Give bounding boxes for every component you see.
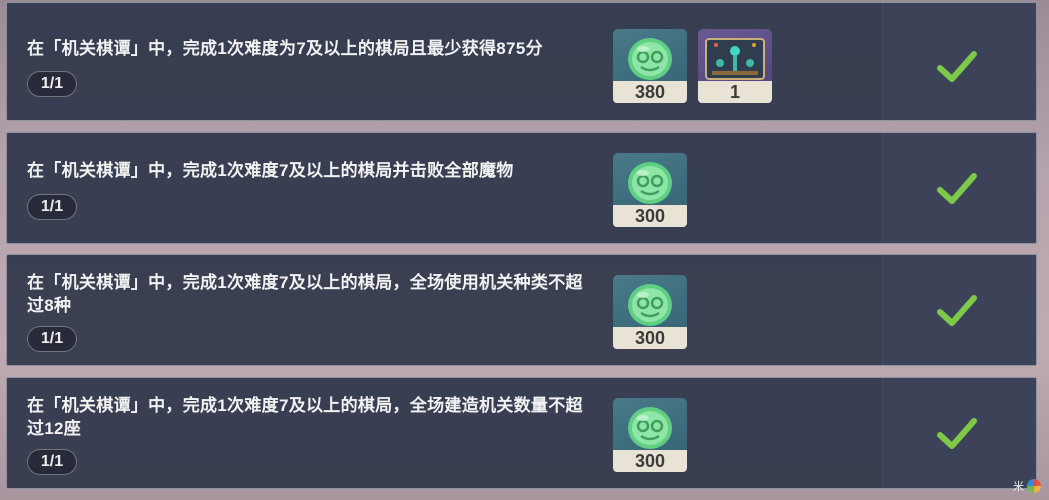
reward-item[interactable]: 1 (698, 29, 772, 103)
quest-description: 在「机关棋谭」中，完成1次难度为7及以上的棋局且最少获得875分 (27, 39, 543, 58)
reward-coin[interactable]: 300 (613, 275, 687, 349)
reward-count: 1 (698, 81, 772, 103)
reward-count: 380 (613, 81, 687, 103)
check-icon (937, 295, 977, 326)
decoration-item-icon (705, 38, 765, 80)
green-coin-icon (628, 38, 672, 80)
check-icon (937, 173, 977, 204)
watermark-logo-icon (1027, 479, 1041, 493)
green-coin-icon (628, 284, 672, 326)
reward-count: 300 (613, 205, 687, 227)
watermark: 米 (1013, 478, 1041, 494)
watermark-text: 米 (1013, 481, 1024, 493)
quest-progress: 1/1 (27, 326, 77, 352)
reward-coin[interactable]: 300 (613, 153, 687, 227)
check-icon (937, 418, 977, 449)
reward-count: 300 (613, 450, 687, 472)
quest-progress: 1/1 (27, 71, 77, 97)
quest-description: 在「机关棋谭」中，完成1次难度7及以上的棋局，全场使用机关种类不超过8种 (27, 273, 583, 315)
reward-count: 300 (613, 327, 687, 349)
reward-coin[interactable]: 300 (613, 398, 687, 472)
quest-progress: 1/1 (27, 449, 77, 475)
reward-coin[interactable]: 380 (613, 29, 687, 103)
check-icon (937, 51, 977, 82)
quest-description: 在「机关棋谭」中，完成1次难度7及以上的棋局并击败全部魔物 (27, 161, 514, 180)
green-coin-icon (628, 162, 672, 204)
green-coin-icon (628, 407, 672, 449)
quest-row: 在「机关棋谭」中，完成1次难度7及以上的棋局并击败全部魔物 1/1 300 (6, 132, 1037, 244)
quest-row: 在「机关棋谭」中，完成1次难度7及以上的棋局，全场使用机关种类不超过8种 1/1… (6, 254, 1037, 366)
quest-progress: 1/1 (27, 194, 77, 220)
quest-description: 在「机关棋谭」中，完成1次难度7及以上的棋局，全场建造机关数量不超过12座 (27, 396, 583, 438)
quest-row: 在「机关棋谭」中，完成1次难度为7及以上的棋局且最少获得875分 1/1 380… (6, 2, 1037, 121)
quest-row: 在「机关棋谭」中，完成1次难度7及以上的棋局，全场建造机关数量不超过12座 1/… (6, 377, 1037, 489)
